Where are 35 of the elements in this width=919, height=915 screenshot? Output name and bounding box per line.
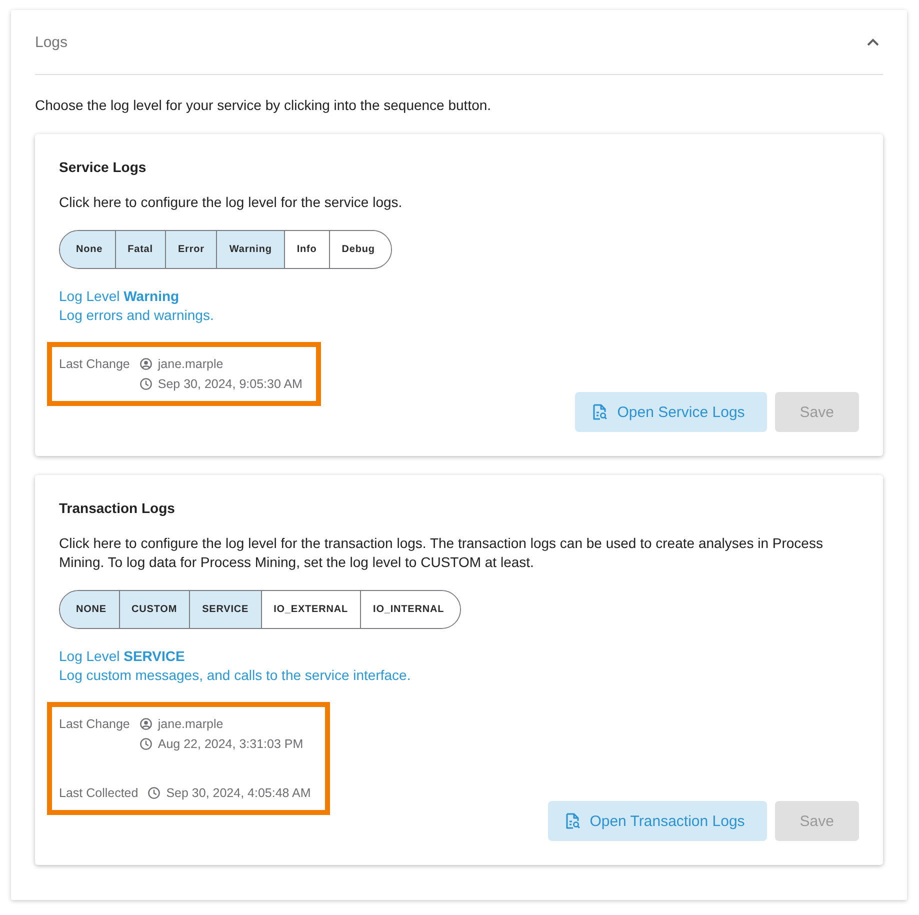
log-level-label: Log Level SERVICE: [59, 647, 186, 666]
log-level-segment[interactable]: NONE: [60, 591, 118, 628]
card-title: Transaction Logs: [59, 499, 176, 518]
meta-label: Last Change: [59, 716, 130, 733]
log-level-segment[interactable]: None: [60, 231, 115, 268]
card-title: Service Logs: [59, 158, 148, 177]
clock-icon: [140, 378, 152, 390]
log-level-segment[interactable]: Error: [164, 231, 216, 268]
document-search-icon: [566, 813, 580, 829]
timestamp: Aug 22, 2024, 3:31:03 PM: [158, 736, 304, 753]
user-circle-icon: [140, 358, 152, 370]
card-description: Click here to configure the log level for the transaction logs. The transaction logs can be used to create analyses in Process Mining. To log data for Process Mining, set the log level to CUSTOM at least.: [59, 534, 824, 572]
log-level-description: Log errors and warnings.: [59, 306, 215, 325]
log-level-segment[interactable]: Debug: [328, 231, 391, 268]
meta-label: Last Change: [59, 356, 130, 373]
timestamp: Sep 30, 2024, 4:05:48 AM: [166, 785, 311, 802]
log-level-segment[interactable]: Fatal: [114, 231, 165, 268]
chevron-up-icon[interactable]: [867, 38, 879, 46]
meta-label: Last Collected: [59, 785, 138, 802]
user-name: jane.marple: [158, 716, 224, 733]
timestamp: Sep 30, 2024, 9:05:30 AM: [158, 376, 302, 393]
card-description: Click here to configure the log level for the service logs.: [59, 193, 404, 212]
intro-text: Choose the log level for your service by clicking into the sequence button.: [35, 96, 492, 115]
log-level-segment[interactable]: CUSTOM: [118, 591, 190, 628]
log-level-label: Log Level Warning: [59, 287, 180, 306]
clock-icon: [148, 787, 160, 799]
log-level-segment[interactable]: SERVICE: [189, 591, 261, 628]
log-level-segment[interactable]: IO_INTERNAL: [360, 591, 460, 628]
document-search-icon: [593, 404, 608, 420]
log-level-segment[interactable]: Warning: [216, 231, 284, 268]
log-level-description: Log custom messages, and calls to the service interface.: [59, 666, 412, 685]
user-name: jane.marple: [158, 356, 224, 373]
clock-icon: [140, 738, 152, 750]
panel-title: Logs: [35, 34, 68, 50]
user-circle-icon: [140, 718, 152, 730]
